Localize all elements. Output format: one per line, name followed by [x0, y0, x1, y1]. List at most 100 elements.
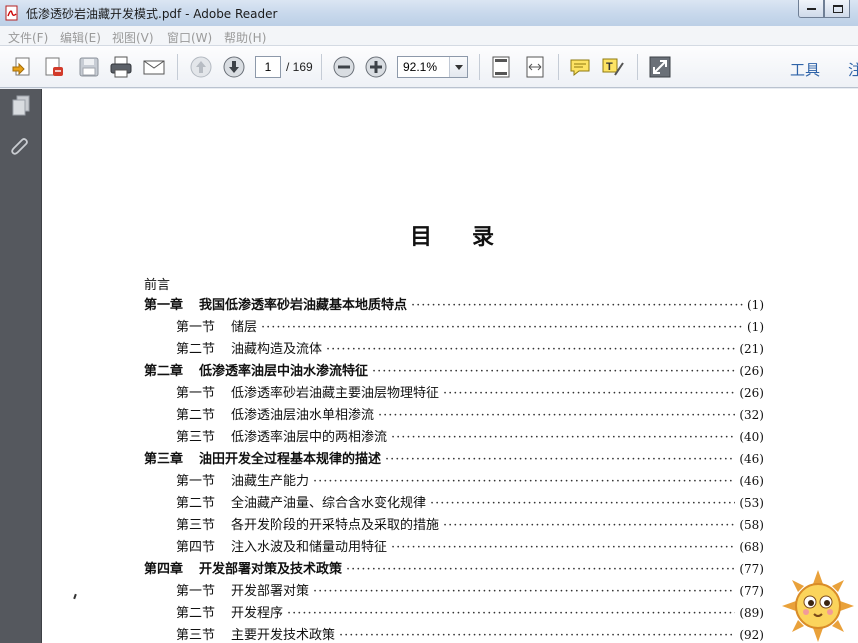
toc-section-row[interactable]: 第二节低渗透油层油水单相渗流 (32): [176, 404, 764, 424]
zoom-out-icon: [333, 56, 355, 78]
toc-leader-dots: [385, 452, 735, 467]
fit-page-button[interactable]: [487, 53, 515, 81]
toc-entry-page: (46): [739, 452, 764, 466]
toc-entry-label: 第一节: [176, 320, 216, 335]
toc-entry-label: 第三章: [144, 452, 184, 467]
toc-entry-title: 开发部署对策及技术政策: [199, 562, 343, 577]
toc-section-row[interactable]: 第三节低渗透率油层中的两相渗流 (40): [176, 426, 764, 446]
toc-chapter-row[interactable]: 第二章低渗透率油层中油水渗流特征 (26): [144, 360, 764, 380]
highlight-text-button[interactable]: T: [599, 53, 627, 81]
window-title: 低渗透砂岩油藏开发模式.pdf - Adobe Reader: [26, 7, 278, 21]
menu-window[interactable]: 窗口(W): [167, 29, 212, 46]
previous-page-button[interactable]: [187, 53, 215, 81]
toc-entry-page: (1): [747, 320, 764, 334]
chevron-down-icon[interactable]: [449, 57, 467, 77]
toc-leader-dots: [313, 474, 735, 489]
toc-entry-title: 注入水波及和储量动用特征: [231, 540, 388, 555]
toc-entry-title: 储层: [231, 320, 258, 335]
toc-entry-page: (77): [739, 584, 764, 598]
toc-section-row[interactable]: 第二节全油藏产油量、综合含水变化规律 (53): [176, 492, 764, 512]
save-button[interactable]: [75, 53, 103, 81]
menu-help[interactable]: 帮助(H): [224, 29, 266, 46]
zoom-in-button[interactable]: [362, 53, 390, 81]
toc-leader-dots: [372, 364, 735, 379]
toc-entry-title: 开发部署对策: [231, 584, 310, 599]
toc-leader-dots: [313, 584, 735, 599]
toc-entry-title: 低渗透率油层中的两相渗流: [231, 430, 388, 445]
maximize-button[interactable]: [824, 0, 850, 18]
toc-entry-label: 第二节: [176, 408, 216, 423]
menu-view[interactable]: 视图(V): [112, 29, 154, 46]
toc-section-row[interactable]: 第二节油藏构造及流体 (21): [176, 338, 764, 358]
toc-entry-page: (40): [739, 430, 764, 444]
toc-entry-page: (1): [747, 298, 764, 312]
toc-section-row[interactable]: 第三节主要开发技术政策 (92): [176, 624, 764, 643]
email-button[interactable]: [140, 53, 168, 81]
tools-panel-link[interactable]: 工具: [790, 59, 820, 80]
next-page-button[interactable]: [220, 53, 248, 81]
export-pdf-button[interactable]: [40, 53, 68, 81]
toc-section-row[interactable]: 第一节低渗透率砂岩油藏主要油层物理特征 (26): [176, 382, 764, 402]
save-icon: [79, 57, 99, 77]
toc-entry-label: 第四章: [144, 562, 184, 577]
fullscreen-button[interactable]: [646, 53, 674, 81]
highlight-text-icon: T: [602, 58, 624, 76]
toc-leader-dots: [443, 386, 735, 401]
toc-leader-dots: [339, 628, 735, 643]
toc-entry-title: 各开发阶段的开采特点及采取的措施: [231, 518, 440, 533]
fit-width-button[interactable]: [521, 53, 549, 81]
menu-edit[interactable]: 编辑(E): [60, 29, 101, 46]
toc-leader-dots: [287, 606, 735, 621]
toc-section-row[interactable]: 第一节油藏生产能力 (46): [176, 470, 764, 490]
toc-entry-title: 低渗透油层油水单相渗流: [231, 408, 375, 423]
menu-file[interactable]: 文件(F): [8, 29, 48, 46]
toc-entry-label: 第一节: [176, 474, 216, 489]
page-up-icon: [190, 56, 212, 78]
toc-chapter-row[interactable]: 第一章我国低渗透率砂岩油藏基本地质特点 (1): [144, 294, 764, 314]
print-button[interactable]: [107, 53, 135, 81]
toc-entry-page: (26): [739, 386, 764, 400]
toc-entry-page: (53): [739, 496, 764, 510]
comment-button[interactable]: [566, 53, 594, 81]
zoom-out-button[interactable]: [330, 53, 358, 81]
toc-entry-title: 油藏生产能力: [231, 474, 310, 489]
toc-chapter-row[interactable]: 第四章开发部署对策及技术政策 (77): [144, 558, 764, 578]
toc-section-row[interactable]: 第二节开发程序 (89): [176, 602, 764, 622]
toc-entry-page: (32): [739, 408, 764, 422]
toolbar-separator: [558, 54, 559, 80]
page-down-icon: [223, 56, 245, 78]
page-total: / 169: [286, 60, 313, 74]
toc-chapter-row[interactable]: 第三章油田开发全过程基本规律的描述 (46): [144, 448, 764, 468]
create-pdf-button[interactable]: [8, 53, 36, 81]
toc-entry-title: 开发程序: [231, 606, 284, 621]
toc-entry-label: 第三节: [176, 430, 216, 445]
toc-leader-dots: [391, 430, 735, 445]
toolbar-separator: [479, 54, 480, 80]
toc-entry-page: (46): [739, 474, 764, 488]
toc-entry-title: 低渗透率砂岩油藏主要油层物理特征: [231, 386, 440, 401]
toc-section-row[interactable]: 第四节注入水波及和储量动用特征 (68): [176, 536, 764, 556]
page-number-input[interactable]: 1: [255, 56, 281, 78]
toc-section-row[interactable]: 第三节各开发阶段的开采特点及采取的措施 (58): [176, 514, 764, 534]
minimize-button[interactable]: [798, 0, 824, 18]
toc-entry-label: 第三节: [176, 518, 216, 533]
toc-entry-title: 油田开发全过程基本规律的描述: [199, 452, 382, 467]
toolbar-separator: [177, 54, 178, 80]
zoom-select[interactable]: 92.1%: [397, 56, 468, 78]
toc-entry-label: 第一节: [176, 386, 216, 401]
toc-entry-page: (26): [739, 364, 764, 378]
page-thumbnails-button[interactable]: [8, 93, 34, 119]
fit-page-icon: [492, 56, 510, 78]
print-icon: [110, 56, 132, 78]
toc-entry-title: 全油藏产油量、综合含水变化规律: [231, 496, 427, 511]
toolbar-separator: [637, 54, 638, 80]
attachments-button[interactable]: [8, 135, 34, 161]
comment-panel-link[interactable]: 注: [848, 59, 858, 80]
comment-icon: [570, 59, 590, 77]
navigation-panel: [0, 89, 42, 643]
toc-section-row[interactable]: 第一节开发部署对策 (77): [176, 580, 764, 600]
toc-section-row[interactable]: 第一节储层 (1): [176, 316, 764, 336]
toc-leader-dots: [411, 298, 743, 313]
minimize-icon: [807, 8, 816, 10]
toc-entry-page: (89): [739, 606, 764, 620]
